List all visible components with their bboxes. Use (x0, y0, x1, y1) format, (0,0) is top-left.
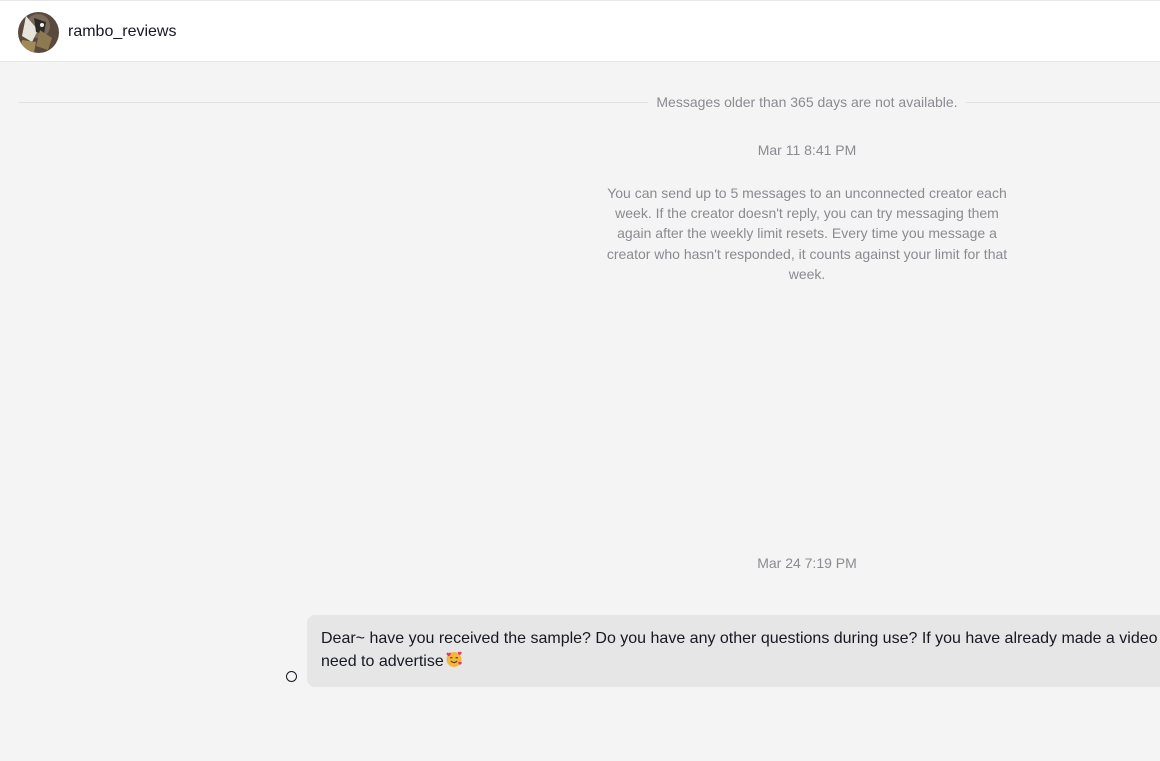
message-text-line-2: need to advertise (321, 650, 1160, 675)
avatar-image (18, 12, 59, 53)
message-status-circle-icon (286, 671, 297, 682)
message-text: need to advertise (321, 653, 444, 670)
message-limit-notice: You can send up to 5 messages to an unco… (606, 185, 1008, 282)
message-timestamp: Mar 11 8:41 PM (757, 142, 857, 158)
chat-header: rambo_reviews (0, 0, 1160, 62)
divider (966, 102, 1160, 103)
chat-username[interactable]: rambo_reviews (68, 22, 176, 42)
message-timestamp: Mar 24 7:19 PM (757, 555, 857, 571)
chat-window: rambo_reviews Messages older than 365 da… (0, 0, 1160, 761)
message-bubble[interactable]: Dear~ have you received the sample? Do y… (307, 615, 1160, 687)
history-notice: Messages older than 365 days are not ava… (656, 94, 958, 110)
smiling-face-with-hearts-icon (445, 650, 463, 675)
avatar[interactable] (18, 12, 59, 53)
message-text-line: Dear~ have you received the sample? Do y… (321, 630, 1158, 647)
divider (18, 102, 648, 103)
